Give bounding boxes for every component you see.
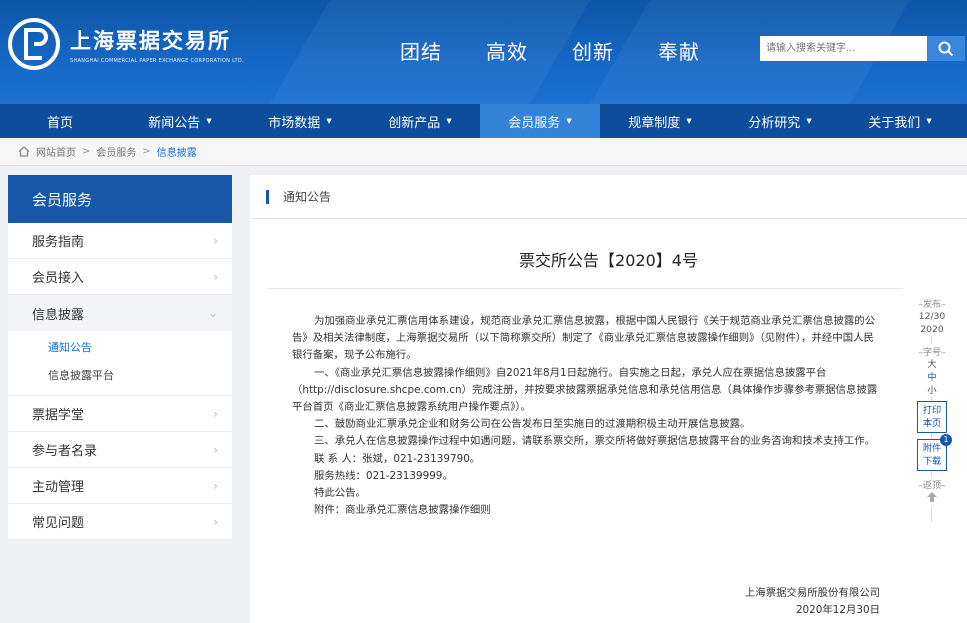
site-logo[interactable]: 上海票据交易所 SHANGHAI COMMERCIAL PAPER EXCHAN… — [8, 18, 244, 70]
nav-item-rules[interactable]: 规章制度 ▼ — [600, 104, 720, 138]
nav-item-member-services[interactable]: 会员服务 ▼ — [480, 104, 600, 138]
divider — [268, 288, 903, 289]
slogan: 奉献 — [658, 40, 700, 64]
nav-item-about[interactable]: 关于我们 ▼ — [840, 104, 960, 138]
search-box — [760, 36, 965, 61]
section-marker — [266, 189, 269, 204]
publish-date-year: 2020 — [912, 323, 952, 336]
caret-down-icon: ▼ — [446, 117, 452, 125]
announcement-body: 为加强商业承兑汇票信用体系建设，规范商业承兑汇票信息披露，根据中国人民银行《关于… — [292, 313, 882, 519]
font-size-large[interactable]: 大 — [912, 358, 952, 371]
nav-item-home[interactable]: 首页 — [0, 104, 120, 138]
sidebar-item-participants[interactable]: 参与者名录 › — [8, 432, 232, 468]
slogan: 团结 — [400, 40, 442, 64]
chevron-down-icon: ⌄ — [207, 306, 218, 320]
sidebar-title: 会员服务 — [8, 175, 232, 223]
home-icon — [18, 146, 30, 157]
nav-item-market-data[interactable]: 市场数据 ▼ — [240, 104, 360, 138]
sidebar-item-service-guide[interactable]: 服务指南 › — [8, 223, 232, 259]
attachment-download-button[interactable]: 附件 下载 1 — [917, 434, 952, 471]
logo-icon — [8, 18, 60, 70]
breadcrumb-home[interactable]: 网站首页 — [36, 144, 76, 159]
sign-date: 2020年12月30日 — [795, 604, 880, 616]
caret-down-icon: ▼ — [686, 117, 692, 125]
chevron-right-icon: › — [213, 442, 218, 457]
slogan: 创新 — [572, 40, 614, 64]
search-input[interactable] — [760, 36, 927, 61]
main-panel: 通知公告 票交所公告【2020】4号 为加强商业承兑汇票信用体系建设，规范商业承… — [250, 175, 967, 623]
font-size-small[interactable]: 小 — [912, 384, 952, 397]
breadcrumb-member-services[interactable]: 会员服务 — [96, 144, 136, 159]
chevron-right-icon: › — [213, 478, 218, 493]
contact-line: 联 系 人：张斌，021-23139790。 — [314, 452, 481, 465]
sidebar-item-bill-school[interactable]: 票据学堂 › — [8, 396, 232, 432]
slogan: 高效 — [486, 40, 528, 64]
hotline-line: 服务热线：021-23139999。 — [314, 469, 453, 482]
sidebar-item-disclosure[interactable]: 信息披露 ⌄ — [8, 295, 232, 331]
search-icon — [938, 41, 954, 56]
sidebar: 会员服务 服务指南 › 会员接入 › 信息披露 ⌄ 通知公告 信息披露平台 票据学堂 ›… — [8, 175, 232, 540]
paragraph: 为加强商业承兑汇票信用体系建设，规范商业承兑汇票信息披露，根据中国人民银行《关于… — [292, 315, 876, 362]
caret-down-icon: ▼ — [926, 117, 932, 125]
logo-name-en: SHANGHAI COMMERCIAL PAPER EXCHANGE CORPO… — [70, 57, 244, 64]
breadcrumb: 网站首页 > 会员服务 > 信息披露 — [0, 138, 967, 166]
print-button[interactable]: 打印 本页 — [917, 401, 947, 433]
chevron-right-icon: › — [213, 233, 218, 248]
attachment-link[interactable]: 附件：商业承兑汇票信息披露操作细则 — [292, 502, 882, 519]
attachment-count-badge: 1 — [940, 434, 952, 446]
section-header: 通知公告 — [250, 175, 967, 219]
slogans: 团结 高效 创新 奉献 — [400, 36, 744, 65]
tool-column: –发布– 12/30 2020 –字号– 大 中 小 打印 本页 附件 下载 1… — [912, 296, 952, 522]
sidebar-subitem-disclosure-platform[interactable]: 信息披露平台 — [8, 361, 232, 389]
caret-down-icon: ▼ — [206, 117, 212, 125]
paragraph: 一、《商业承兑汇票信息披露操作细则》自2021年8月1日起施行。自实施之日起，承… — [292, 366, 878, 414]
caret-down-icon: ▼ — [806, 117, 812, 125]
nav-item-products[interactable]: 创新产品 ▼ — [360, 104, 480, 138]
site-header: 上海票据交易所 SHANGHAI COMMERCIAL PAPER EXCHAN… — [0, 0, 967, 104]
closing-line: 特此公告。 — [314, 487, 366, 500]
signer-name: 上海票据交易所股份有限公司 — [744, 587, 880, 599]
chevron-right-icon: › — [213, 514, 218, 529]
breadcrumb-separator: > — [82, 146, 91, 157]
font-size-label: –字号– — [918, 344, 946, 358]
arrow-up-icon — [927, 492, 937, 502]
paragraph: 三、承兑人在信息披露操作过程中如遇问题，请联系票交所，票交所将做好票据信息披露平… — [314, 435, 876, 448]
sidebar-item-faq[interactable]: 常见问题 › — [8, 504, 232, 540]
search-button[interactable] — [927, 36, 965, 61]
back-to-top-label: –返顶– — [918, 477, 946, 491]
sidebar-submenu: 通知公告 信息披露平台 — [8, 331, 232, 396]
paragraph: 二、鼓励商业汇票承兑企业和财务公司在公告发布日至实施日的过渡期积极主动开展信息披… — [314, 418, 751, 431]
caret-down-icon: ▼ — [326, 117, 332, 125]
chevron-right-icon: › — [213, 406, 218, 421]
publish-date-day: 12/30 — [912, 310, 952, 323]
sidebar-item-member-access[interactable]: 会员接入 › — [8, 259, 232, 295]
nav-item-research[interactable]: 分析研究 ▼ — [720, 104, 840, 138]
publish-label: –发布– — [918, 296, 946, 310]
sidebar-subitem-notices[interactable]: 通知公告 — [8, 333, 232, 361]
back-to-top-button[interactable] — [912, 491, 952, 506]
caret-down-icon: ▼ — [566, 117, 572, 125]
breadcrumb-current[interactable]: 信息披露 — [157, 144, 197, 159]
chevron-right-icon: › — [213, 269, 218, 284]
sidebar-item-active-management[interactable]: 主动管理 › — [8, 468, 232, 504]
section-title: 通知公告 — [283, 190, 332, 204]
announcement-title: 票交所公告【2020】4号 — [519, 251, 698, 270]
nav-item-news[interactable]: 新闻公告 ▼ — [120, 104, 240, 138]
main-nav: 首页 新闻公告 ▼ 市场数据 ▼ 创新产品 ▼ 会员服务 ▼ 规章制度 ▼ 分析研究 ▼ 关… — [0, 104, 967, 138]
breadcrumb-separator: > — [142, 146, 151, 157]
font-size-medium[interactable]: 中 — [912, 371, 952, 384]
signature: 上海票据交易所股份有限公司 2020年12月30日 — [745, 585, 880, 619]
logo-name-cn: 上海票据交易所 — [70, 28, 231, 53]
